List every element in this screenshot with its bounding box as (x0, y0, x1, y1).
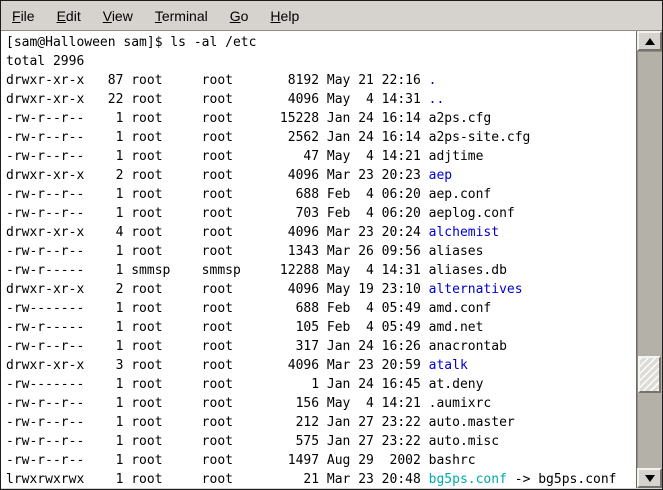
terminal-text: drwxr-xr-x 87 root root 8192 May 21 22:1… (6, 73, 429, 88)
terminal-text: aep.conf (429, 187, 492, 202)
terminal-line: -rw------- 1 root root 688 Feb 4 05:49 a… (6, 299, 636, 318)
scroll-down-button[interactable] (637, 468, 662, 488)
terminal-text: -rw-r--r-- 1 root root 688 Feb 4 06:20 (6, 187, 429, 202)
terminal-line: drwxr-xr-x 87 root root 8192 May 21 22:1… (6, 71, 636, 90)
terminal-line: -rw-r--r-- 1 root root 15228 Jan 24 16:1… (6, 109, 636, 128)
terminal-text: auto.master (429, 415, 515, 430)
terminal-line: -rw-r--r-- 1 root root 703 Feb 4 06:20 a… (6, 204, 636, 223)
scroll-up-button[interactable] (637, 31, 662, 51)
terminal-line: -rw-r--r-- 1 root root 575 Jan 27 23:22 … (6, 432, 636, 451)
terminal-text: bashrc (429, 453, 476, 468)
terminal-output[interactable]: [sam@Halloween sam]$ ls -al /etc total 29… (1, 31, 636, 488)
terminal-window: FileEditViewTerminalGoHelp [sam@Hallowee… (0, 0, 663, 490)
terminal-text: -rw-r----- 1 smmsp smmsp 12288 May 4 14:… (6, 263, 429, 278)
menu-item-terminal[interactable]: Terminal (144, 5, 219, 27)
terminal-text: -rw-r--r-- 1 root root 156 May 4 14:21 (6, 396, 429, 411)
terminal-text: drwxr-xr-x 2 root root 4096 Mar 23 20:23 (6, 168, 429, 183)
terminal-text: -rw-r--r-- 1 root root 2562 Jan 24 16:14 (6, 130, 429, 145)
terminal-line: drwxr-xr-x 3 root root 4096 Mar 23 20:59… (6, 356, 636, 375)
terminal-text: drwxr-xr-x 4 root root 4096 Mar 23 20:24 (6, 225, 429, 240)
terminal-text: .aumixrc (429, 396, 492, 411)
terminal-line: lrwxrwxrwx 1 root root 21 Mar 23 20:48 b… (6, 470, 636, 488)
directory-name: . (429, 73, 437, 88)
prompt-line: [sam@Halloween sam]$ ls -al /etc (6, 33, 636, 52)
terminal-line: -rw-r----- 1 smmsp smmsp 12288 May 4 14:… (6, 261, 636, 280)
terminal-text: -rw-r--r-- 1 root root 47 May 4 14:21 (6, 149, 429, 164)
terminal-text: -rw-r--r-- 1 root root 317 Jan 24 16:26 (6, 339, 429, 354)
terminal-content: [sam@Halloween sam]$ ls -al /etc total 29… (1, 31, 662, 488)
terminal-text: a2ps-site.cfg (429, 130, 531, 145)
terminal-text: -rw-r--r-- 1 root root 575 Jan 27 23:22 (6, 434, 429, 449)
terminal-line: -rw-r--r-- 1 root root 47 May 4 14:21 ad… (6, 147, 636, 166)
terminal-line: total 2996 (6, 52, 636, 71)
terminal-text: a2ps.cfg (429, 111, 492, 126)
terminal-text: lrwxrwxrwx 1 root root 21 Mar 23 20:48 (6, 472, 429, 487)
terminal-line: -rw-r--r-- 1 root root 1497 Aug 29 2002 … (6, 451, 636, 470)
terminal-text: -rw-r--r-- 1 root root 15228 Jan 24 16:1… (6, 111, 429, 126)
menu-bar: FileEditViewTerminalGoHelp (1, 1, 662, 31)
terminal-text: total 2996 (6, 54, 84, 69)
menu-item-help[interactable]: Help (259, 5, 310, 27)
terminal-text: adjtime (429, 149, 484, 164)
terminal-text: drwxr-xr-x 22 root root 4096 May 4 14:31 (6, 92, 429, 107)
menu-item-file[interactable]: File (1, 5, 46, 27)
directory-name: atalk (429, 358, 468, 373)
terminal-text: -rw-r--r-- 1 root root 1497 Aug 29 2002 (6, 453, 429, 468)
terminal-text: -> bg5ps.conf (507, 472, 617, 487)
terminal-text: -rw-r--r-- 1 root root 212 Jan 27 23:22 (6, 415, 429, 430)
terminal-line: -rw-r----- 1 root root 105 Feb 4 05:49 a… (6, 318, 636, 337)
terminal-text: anacrontab (429, 339, 507, 354)
scrollbar-track[interactable] (637, 51, 662, 468)
terminal-text: -rw-r--r-- 1 root root 703 Feb 4 06:20 (6, 206, 429, 221)
terminal-line: drwxr-xr-x 2 root root 4096 May 19 23:10… (6, 280, 636, 299)
down-arrow-icon (645, 475, 655, 482)
menu-item-view[interactable]: View (92, 5, 144, 27)
terminal-text: -rw-r--r-- 1 root root 1343 Mar 26 09:56 (6, 244, 429, 259)
terminal-line: -rw-r--r-- 1 root root 212 Jan 27 23:22 … (6, 413, 636, 432)
up-arrow-icon (645, 38, 655, 45)
terminal-line: -rw-r--r-- 1 root root 688 Feb 4 06:20 a… (6, 185, 636, 204)
directory-name: aep (429, 168, 452, 183)
terminal-text: at.deny (429, 377, 484, 392)
terminal-line: -rw-r--r-- 1 root root 317 Jan 24 16:26 … (6, 337, 636, 356)
scrollbar (636, 31, 662, 488)
menu-item-go[interactable]: Go (219, 5, 260, 27)
terminal-text: aliases.db (429, 263, 507, 278)
symlink-name: bg5ps.conf (429, 472, 507, 487)
menu-item-edit[interactable]: Edit (46, 5, 92, 27)
terminal-line: -rw-r--r-- 1 root root 1343 Mar 26 09:56… (6, 242, 636, 261)
terminal-line: drwxr-xr-x 2 root root 4096 Mar 23 20:23… (6, 166, 636, 185)
directory-name: alchemist (429, 225, 499, 240)
scrollbar-thumb[interactable] (638, 356, 661, 393)
terminal-line: -rw-r--r-- 1 root root 156 May 4 14:21 .… (6, 394, 636, 413)
terminal-text: aeplog.conf (429, 206, 515, 221)
terminal-text: auto.misc (429, 434, 499, 449)
terminal-text: aliases (429, 244, 484, 259)
terminal-text: -rw-r----- 1 root root 105 Feb 4 05:49 (6, 320, 429, 335)
terminal-text: -rw------- 1 root root 688 Feb 4 05:49 (6, 301, 429, 316)
directory-name: alternatives (429, 282, 523, 297)
terminal-text: amd.net (429, 320, 484, 335)
terminal-line: -rw-r--r-- 1 root root 2562 Jan 24 16:14… (6, 128, 636, 147)
terminal-text: drwxr-xr-x 3 root root 4096 Mar 23 20:59 (6, 358, 429, 373)
terminal-text: [sam@Halloween sam]$ ls -al /etc (6, 35, 256, 50)
terminal-line: drwxr-xr-x 4 root root 4096 Mar 23 20:24… (6, 223, 636, 242)
terminal-line: drwxr-xr-x 22 root root 4096 May 4 14:31… (6, 90, 636, 109)
directory-name: .. (429, 92, 445, 107)
terminal-line: -rw------- 1 root root 1 Jan 24 16:45 at… (6, 375, 636, 394)
terminal-text: amd.conf (429, 301, 492, 316)
terminal-text: drwxr-xr-x 2 root root 4096 May 19 23:10 (6, 282, 429, 297)
terminal-text: -rw------- 1 root root 1 Jan 24 16:45 (6, 377, 429, 392)
